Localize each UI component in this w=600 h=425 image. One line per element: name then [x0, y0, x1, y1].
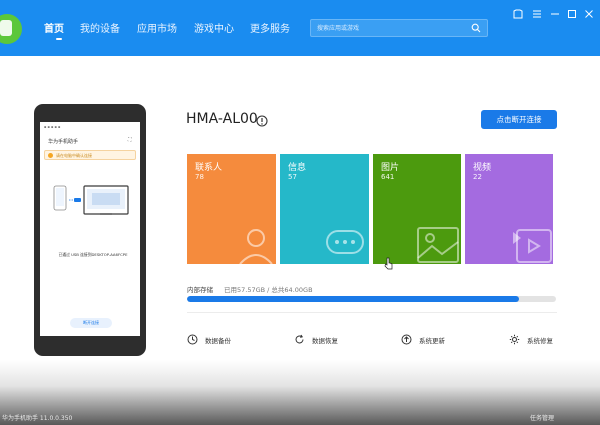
- search-icon[interactable]: [471, 23, 481, 33]
- storage-label: 内部存储: [187, 286, 213, 294]
- phone-disconnect-button[interactable]: 断开连接: [70, 318, 112, 328]
- tile-pictures-label: 图片: [381, 163, 400, 173]
- expand-icon: ⛶: [128, 137, 132, 143]
- storage-value: 已用57.57GB / 总共64.00GB: [224, 286, 313, 294]
- phone-status-bar: ▪ ▪ ▪ ▪ ▪: [44, 125, 61, 129]
- video-icon: [513, 229, 552, 263]
- backup-clock-icon: [187, 334, 198, 345]
- phone-connection-description: 已通过 USB 连接到DESKTOP-AA6FCPE: [58, 252, 128, 257]
- restore-button[interactable]: 数据恢复: [294, 333, 354, 347]
- phone-app-title: 华为手机助手: [48, 139, 79, 145]
- skin-icon[interactable]: [512, 8, 524, 20]
- task-manager-link[interactable]: 任务管理: [530, 413, 554, 422]
- storage-progress-track: [187, 296, 556, 302]
- system-update-label: 系统更新: [419, 337, 445, 345]
- tile-contacts-label: 联系人: [195, 163, 223, 173]
- warning-icon: [48, 153, 53, 158]
- backup-button[interactable]: 数据备份: [187, 333, 247, 347]
- device-name: HMA-AL00: [186, 111, 258, 127]
- top-navigation-bar: 首页 我的设备 应用市场 游戏中心 更多服务: [0, 0, 600, 56]
- mouse-cursor: [384, 257, 393, 270]
- nav-tab-my-devices[interactable]: 我的设备: [80, 20, 120, 35]
- tile-contacts[interactable]: 联系人 78: [187, 154, 276, 264]
- tile-videos-count: 22: [473, 173, 482, 181]
- tile-messages-count: 57: [288, 173, 297, 181]
- nav-tab-game-center[interactable]: 游戏中心: [194, 20, 234, 35]
- close-icon[interactable]: [583, 8, 595, 20]
- tile-videos[interactable]: 视频 22: [465, 154, 553, 264]
- person-icon: [239, 229, 273, 264]
- update-arrow-icon: [401, 334, 412, 345]
- info-icon[interactable]: [256, 115, 268, 127]
- picture-icon: [417, 227, 459, 263]
- phone-to-pc-illustration: [53, 185, 129, 215]
- storage-progress-fill: [187, 296, 520, 302]
- phone-notice-text: 请在电脑中确认连接: [56, 153, 92, 158]
- app-logo: [0, 14, 22, 44]
- backup-label: 数据备份: [205, 337, 231, 345]
- system-repair-label: 系统修复: [527, 337, 553, 345]
- divider: [187, 312, 557, 313]
- system-repair-button[interactable]: 系统修复: [509, 333, 564, 347]
- chat-icon: [326, 230, 364, 254]
- search-input[interactable]: [317, 22, 467, 35]
- tile-videos-label: 视频: [473, 163, 492, 173]
- phone-notice: 请在电脑中确认连接: [44, 150, 136, 160]
- nav-active-indicator: [56, 38, 62, 40]
- bottom-shadow: [0, 360, 600, 425]
- search-box[interactable]: [310, 19, 488, 37]
- minimize-icon[interactable]: [549, 8, 561, 20]
- tile-messages-label: 信息: [288, 163, 307, 173]
- tile-messages[interactable]: 信息 57: [280, 154, 369, 264]
- restore-icon: [295, 334, 304, 344]
- nav-tab-app-market[interactable]: 应用市场: [137, 20, 177, 35]
- tile-contacts-count: 78: [195, 173, 204, 181]
- repair-gear-icon: [509, 334, 520, 345]
- version-text: 华为手机助手 11.0.0.350: [2, 415, 73, 422]
- restore-label: 数据恢复: [312, 337, 338, 345]
- menu-icon[interactable]: [531, 8, 543, 20]
- disconnect-button[interactable]: 点击断开连接: [481, 110, 557, 129]
- system-update-button[interactable]: 系统更新: [401, 333, 461, 347]
- tile-pictures[interactable]: 图片 641: [373, 154, 461, 264]
- maximize-icon[interactable]: [566, 8, 578, 20]
- nav-tab-home[interactable]: 首页: [44, 20, 64, 35]
- tile-pictures-count: 641: [381, 173, 395, 181]
- nav-tab-more-services[interactable]: 更多服务: [250, 20, 290, 35]
